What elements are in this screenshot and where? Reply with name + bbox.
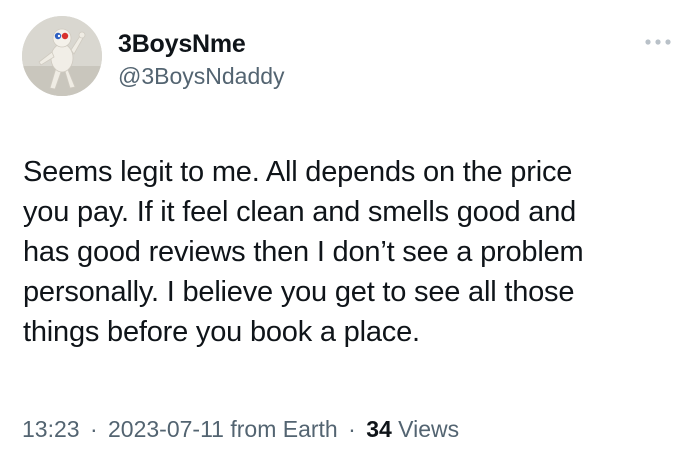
figure-avatar-icon <box>22 16 102 96</box>
tweet-source: from Earth <box>230 416 338 442</box>
meta-separator: · <box>348 416 356 442</box>
meta-separator: · <box>89 416 98 442</box>
tweet-text: Seems legit to me. All depends on the pr… <box>23 156 584 348</box>
author-handle[interactable]: @3BoysNdaddy <box>118 63 285 90</box>
tweet-meta: 13:23 · 2023-07-11 from Earth · 34 Views <box>22 416 459 443</box>
more-options-icon <box>645 39 671 45</box>
tweet-date[interactable]: 2023-07-11 <box>108 416 224 442</box>
author-display-name[interactable]: 3BoysNme <box>118 30 246 59</box>
tweet-card: 3BoysNme @3BoysNdaddy Seems legit to me.… <box>0 0 700 464</box>
tweet-time[interactable]: 13:23 <box>22 416 80 442</box>
more-options-button[interactable] <box>640 30 676 54</box>
avatar[interactable] <box>22 16 102 96</box>
views-label: Views <box>398 416 460 442</box>
views-count[interactable]: 34 <box>366 416 392 442</box>
